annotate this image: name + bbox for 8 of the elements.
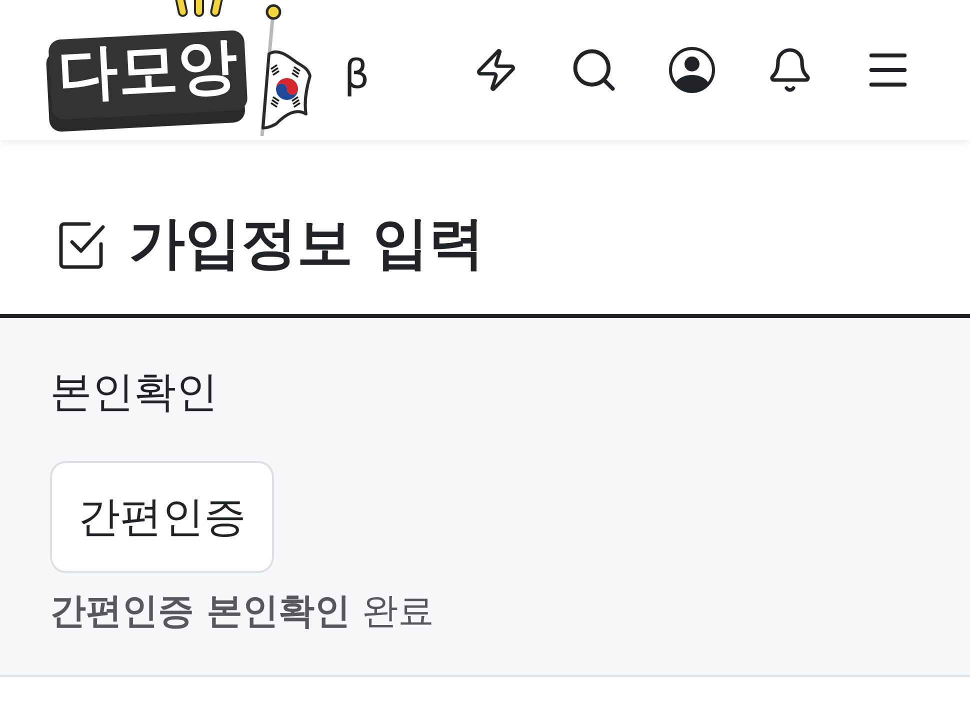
simple-auth-button[interactable]: 간편인증 [50, 461, 274, 574]
crown-icon [175, 0, 223, 20]
verification-status-text: 간편인증 본인확인 완료 [50, 590, 434, 634]
logo-text[interactable]: 다모앙 [48, 30, 248, 120]
beta-label: β [344, 52, 370, 98]
page-title: 가입정보 입력 [129, 212, 484, 276]
user-profile-icon[interactable] [668, 46, 716, 94]
section-label: 본인확인 [50, 367, 218, 418]
